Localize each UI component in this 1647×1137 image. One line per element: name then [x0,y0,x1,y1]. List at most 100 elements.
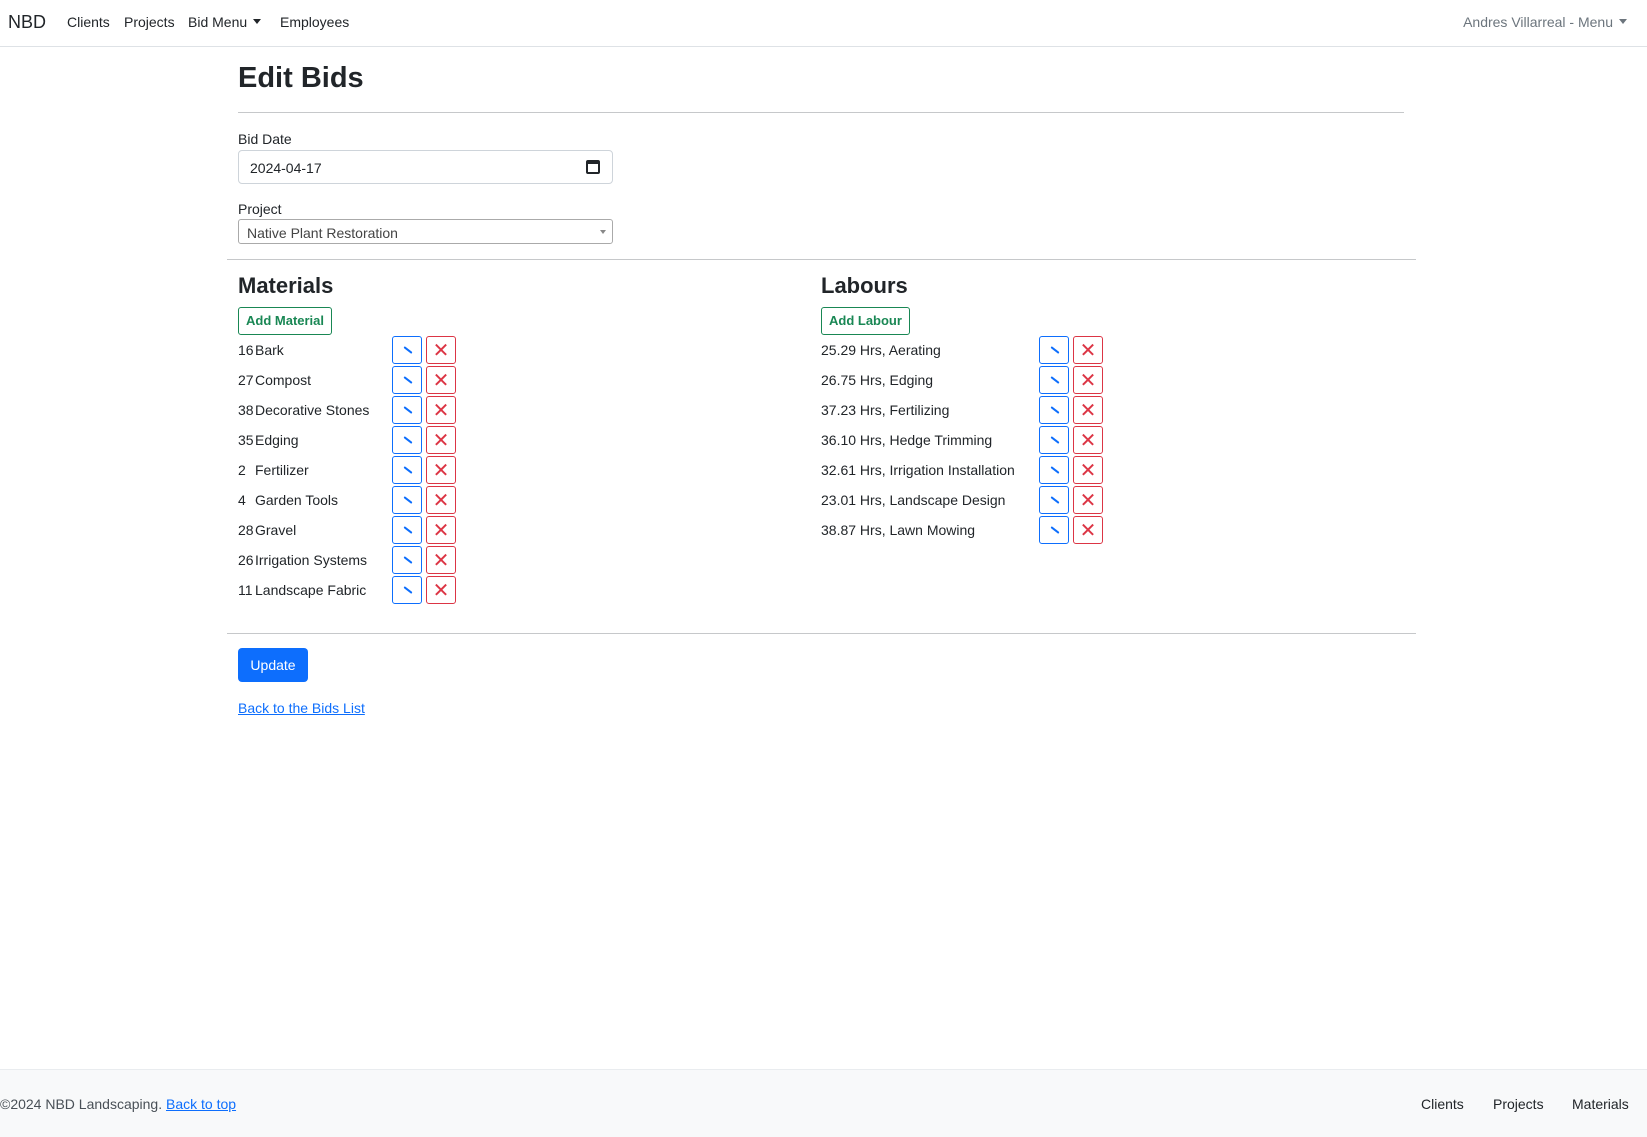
edit-material-button[interactable] [392,456,422,484]
edit-labour-button[interactable] [1039,336,1069,364]
material-name: Irrigation Systems [255,552,368,568]
chevron-down-icon [1619,18,1627,24]
material-row: 26Irrigation Systems [238,552,367,568]
nav-clients[interactable]: Clients [67,14,110,30]
close-icon: ✕ [432,548,450,572]
project-label: Project [238,201,282,217]
delete-material-button[interactable]: ✕ [426,486,456,514]
delete-material-button[interactable]: ✕ [426,396,456,424]
back-to-bids-link[interactable]: Back to the Bids List [238,700,365,716]
material-row: 16Bark [238,342,284,358]
nav-employees[interactable]: Employees [280,14,349,30]
edit-material-button[interactable] [392,486,422,514]
bid-date-label: Bid Date [238,131,292,147]
footer-link-projects[interactable]: Projects [1493,1096,1544,1112]
close-icon: ✕ [1079,428,1097,452]
delete-material-button[interactable]: ✕ [426,546,456,574]
pencil-icon [1050,376,1060,384]
copyright-text: ©2024 NBD Landscaping. [0,1096,163,1112]
edit-labour-button[interactable] [1039,396,1069,424]
close-icon: ✕ [1079,338,1097,362]
pencil-icon [403,586,413,594]
delete-labour-button[interactable]: ✕ [1073,366,1103,394]
delete-labour-button[interactable]: ✕ [1073,336,1103,364]
edit-material-button[interactable] [392,336,422,364]
pencil-icon [403,466,413,474]
close-icon: ✕ [432,368,450,392]
lists-divider [227,633,1416,634]
title-divider [238,112,1404,113]
delete-material-button[interactable]: ✕ [426,456,456,484]
pencil-icon [403,346,413,354]
footer: ©2024 NBD Landscaping. Back to top Clien… [0,1069,1647,1137]
bid-date-input[interactable]: 2024-04-17 [238,150,613,184]
close-icon: ✕ [432,488,450,512]
labour-row: 25.29 Hrs, Aerating [821,342,941,358]
edit-material-button[interactable] [392,366,422,394]
material-name: Bark [255,342,284,358]
form-divider [227,259,1416,260]
edit-material-button[interactable] [392,396,422,424]
edit-material-button[interactable] [392,576,422,604]
brand-link[interactable]: NBD [8,12,46,33]
pencil-icon [403,406,413,414]
material-name: Compost [255,372,312,388]
close-icon: ✕ [432,338,450,362]
chevron-down-icon [600,230,606,234]
footer-copyright: ©2024 NBD Landscaping. Back to top [0,1096,236,1112]
delete-material-button[interactable]: ✕ [426,426,456,454]
edit-material-button[interactable] [392,426,422,454]
project-select-value: Native Plant Restoration [247,225,398,241]
user-menu-label: Andres Villarreal - Menu [1463,14,1613,30]
material-qty: 11 [238,582,253,598]
close-icon: ✕ [1079,458,1097,482]
nav-bid-menu[interactable]: Bid Menu [188,14,262,30]
delete-material-button[interactable]: ✕ [426,366,456,394]
user-menu[interactable]: Andres Villarreal - Menu [1463,14,1627,30]
labour-row: 38.87 Hrs, Lawn Mowing [821,522,976,538]
edit-labour-button[interactable] [1039,426,1069,454]
edit-material-button[interactable] [392,546,422,574]
material-row: 28Gravel [238,522,296,538]
material-name: Garden Tools [255,492,339,508]
edit-labour-button[interactable] [1039,486,1069,514]
material-qty: 2 [238,462,246,478]
pencil-icon [1050,406,1060,414]
delete-labour-button[interactable]: ✕ [1073,486,1103,514]
project-select[interactable]: Native Plant Restoration [238,219,613,244]
top-navbar: NBD Clients Projects Bid Menu Employees … [0,0,1647,47]
edit-material-button[interactable] [392,516,422,544]
close-icon: ✕ [1079,398,1097,422]
chevron-down-icon [253,18,262,24]
labours-title: Labours [821,273,908,298]
pencil-icon [403,376,413,384]
delete-material-button[interactable]: ✕ [426,336,456,364]
delete-labour-button[interactable]: ✕ [1073,426,1103,454]
edit-labour-button[interactable] [1039,366,1069,394]
delete-material-button[interactable]: ✕ [426,576,456,604]
delete-labour-button[interactable]: ✕ [1073,456,1103,484]
calendar-icon[interactable] [586,160,600,174]
delete-material-button[interactable]: ✕ [426,516,456,544]
delete-labour-button[interactable]: ✕ [1073,516,1103,544]
close-icon: ✕ [432,428,450,452]
footer-link-materials[interactable]: Materials [1572,1096,1629,1112]
add-labour-button[interactable]: Add Labour [821,307,910,335]
close-icon: ✕ [432,578,450,602]
close-icon: ✕ [432,398,450,422]
material-qty: 38 [238,402,254,418]
labour-row: 23.01 Hrs, Landscape Design [821,492,1006,508]
labour-row: 36.10 Hrs, Hedge Trimming [821,432,993,448]
update-button[interactable]: Update [238,648,308,682]
edit-labour-button[interactable] [1039,516,1069,544]
add-material-button[interactable]: Add Material [238,307,333,335]
material-name: Gravel [255,522,297,538]
nav-projects[interactable]: Projects [124,14,175,30]
pencil-icon [403,526,413,534]
edit-labour-button[interactable] [1039,456,1069,484]
labour-row: 26.75 Hrs, Edging [821,372,934,388]
back-to-top-link[interactable]: Back to top [166,1096,236,1112]
footer-link-clients[interactable]: Clients [1421,1096,1464,1112]
material-qty: 16 [238,342,254,358]
delete-labour-button[interactable]: ✕ [1073,396,1103,424]
